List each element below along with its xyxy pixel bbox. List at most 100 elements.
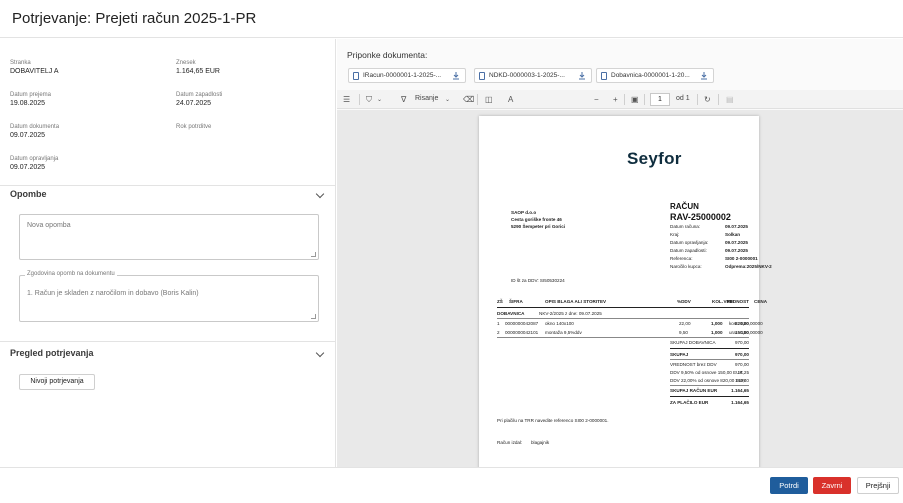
attachment-chip[interactable]: NDKD-0000003-1-2025-... (474, 68, 592, 83)
row-total: 150,00 (734, 330, 749, 335)
reject-button[interactable]: Zavrni (813, 477, 851, 494)
new-note-input[interactable]: Nova opomba (19, 214, 319, 260)
title-bar: Potrjevanje: Prejeti račun 2025-1-PR (0, 0, 903, 38)
row-desc: okno 140x100 (545, 321, 574, 326)
pdf-viewer[interactable]: Seyfor SAOP d.o.o Cesta goriške fronte 4… (337, 110, 903, 467)
issued-by-label: Račun izdal: (497, 440, 523, 445)
draw-icon[interactable]: ∇ (401, 94, 406, 105)
amount-value: 1.164,65 EUR (176, 68, 220, 75)
rule (497, 307, 749, 308)
notes-history-text: 1. Račun je skladen z naročilom in dobav… (27, 290, 199, 297)
download-icon[interactable] (578, 71, 586, 81)
highlight-icon[interactable]: ⛉ (366, 94, 372, 105)
row-code: 0000000042101 (505, 330, 539, 335)
details-panel: Stranka DOBAVITELJ A Znesek 1.164,65 EUR… (0, 39, 336, 467)
divider (0, 185, 336, 186)
vat-id: ID št za DDV: SI50530224 (511, 278, 565, 283)
net-value: 970,00 (734, 362, 749, 367)
received-date-value: 19.08.2025 (10, 100, 46, 107)
received-date-field: Datum prejema 19.08.2025 (10, 91, 160, 109)
page-title: Potrjevanje: Prejeti račun 2025-1-PR (12, 10, 257, 27)
row-no: 1 (497, 321, 500, 326)
separator (477, 94, 478, 105)
service-date-value: 09.07.2025 (10, 164, 46, 171)
separator (644, 94, 645, 105)
confirm-deadline-label: Rok potrditve (176, 124, 212, 130)
payment-note: Pri plačilu na TRR navedite referenco SI… (497, 418, 609, 423)
rule (670, 359, 749, 360)
rule (497, 318, 749, 319)
draw-label[interactable]: Risanje (415, 95, 438, 102)
document-icon (353, 72, 359, 80)
seller-city: 5290 Šempeter pri Gorici (511, 224, 566, 229)
separator (359, 94, 360, 105)
col-header: CENA (754, 299, 768, 304)
pdf-toolbar: ☰ ⛉ ⌄ ∇ Risanje ⌄ ⌫ ◫ A − + ▣ 1 od 1 ↻ ▤ (337, 90, 903, 109)
company-logo: Seyfor (627, 149, 682, 168)
invoice-number: RAV-25000002 (670, 212, 731, 222)
chevron-down-icon[interactable] (315, 189, 325, 199)
sidebar-toggle-icon[interactable]: ☰ (343, 94, 350, 105)
resize-handle-icon[interactable] (311, 252, 316, 257)
separator (697, 94, 698, 105)
col-header: VREDNOST (723, 299, 749, 304)
confirm-deadline-field: Rok potrditve (176, 123, 326, 131)
meta-value: 09.07.2025 (725, 224, 748, 229)
previous-button[interactable]: Prejšnji (857, 477, 899, 494)
book-view-icon[interactable]: ◫ (485, 94, 493, 105)
download-icon[interactable] (700, 71, 708, 81)
read-aloud-icon[interactable]: A (508, 94, 513, 105)
col-header: ZŠ (497, 299, 503, 304)
meta-value: 09.07.2025 (725, 240, 748, 245)
notes-history-field[interactable]: Zgodovina opomb na dokumentu 1. Račun je… (19, 271, 319, 322)
two-page-icon[interactable]: ▤ (726, 94, 734, 105)
confirm-button[interactable]: Potrdi (770, 477, 808, 494)
supplier-label: Stranka (10, 60, 31, 66)
attachment-chip[interactable]: IRacun-0000001-1-2025-... (348, 68, 466, 83)
row-qty: 1,000 (711, 321, 723, 326)
due-date-value: 24.07.2025 (176, 100, 212, 107)
col-header: KOL. (712, 299, 723, 304)
download-icon[interactable] (452, 71, 460, 81)
gross-label: SKUPAJ RAČUN EUR (670, 388, 718, 393)
meta-value: Odprema:2025/NKV-2 (725, 264, 772, 269)
zoom-in-icon[interactable]: + (613, 94, 618, 105)
notes-section-title[interactable]: Opombe (10, 189, 47, 199)
chevron-down-icon[interactable]: ⌄ (445, 95, 450, 106)
subtotal-label: SKUPAJ DOBAVNICA (670, 340, 716, 345)
meta-value: 09.07.2025 (725, 248, 748, 253)
rotate-icon[interactable]: ↻ (704, 94, 711, 105)
service-date-field: Datum opravljanja 09.07.2025 (10, 155, 160, 173)
rule (497, 337, 749, 338)
row-vat: 22,00 (679, 321, 691, 326)
attachment-chip[interactable]: Dobavnica-0000001-1-20... (596, 68, 714, 83)
meta-value: SI00 2-0000001 (725, 256, 758, 261)
due-date-field: Datum zapadlosti 24.07.2025 (176, 91, 326, 109)
approval-section-title[interactable]: Pregled potrjevanja (10, 348, 94, 358)
chevron-down-icon[interactable]: ⌄ (377, 95, 382, 106)
group-ref: NKV-2/2025 z dne: 09.07.2025 (539, 311, 602, 316)
chevron-down-icon[interactable] (315, 348, 325, 358)
col-header: ŠIFRA (509, 299, 523, 304)
meta-label: Datum računa: (670, 224, 701, 229)
amount-label: Znesek (176, 60, 196, 66)
meta-label: Naročilo kupca: (670, 264, 702, 269)
fit-page-icon[interactable]: ▣ (631, 94, 639, 105)
eraser-icon[interactable]: ⌫ (463, 94, 474, 105)
received-date-label: Datum prejema (10, 92, 52, 98)
separator (624, 94, 625, 105)
zoom-out-icon[interactable]: − (594, 94, 599, 105)
page-number-input[interactable]: 1 (650, 93, 670, 106)
total-value: 970,00 (734, 352, 749, 357)
resize-handle-icon[interactable] (311, 314, 316, 319)
meta-value: Solkan (725, 232, 741, 237)
seller-name: SAOP d.o.o (511, 210, 537, 215)
approval-levels-button[interactable]: Nivoji potrjevanja (19, 374, 95, 390)
attachments-title: Priponke dokumenta: (347, 50, 428, 60)
meta-label: Datum opravljanja: (670, 240, 709, 245)
subtotal-value: 970,00 (734, 340, 749, 345)
due-date-label: Datum zapadlosti (176, 92, 223, 98)
attachment-name: Dobavnica-0000001-1-20... (611, 72, 690, 79)
row-desc: montaža 9,5%ddv (545, 330, 582, 335)
vat1-label: DDV 9,50% od osnove 150,00 EUR (670, 370, 743, 375)
